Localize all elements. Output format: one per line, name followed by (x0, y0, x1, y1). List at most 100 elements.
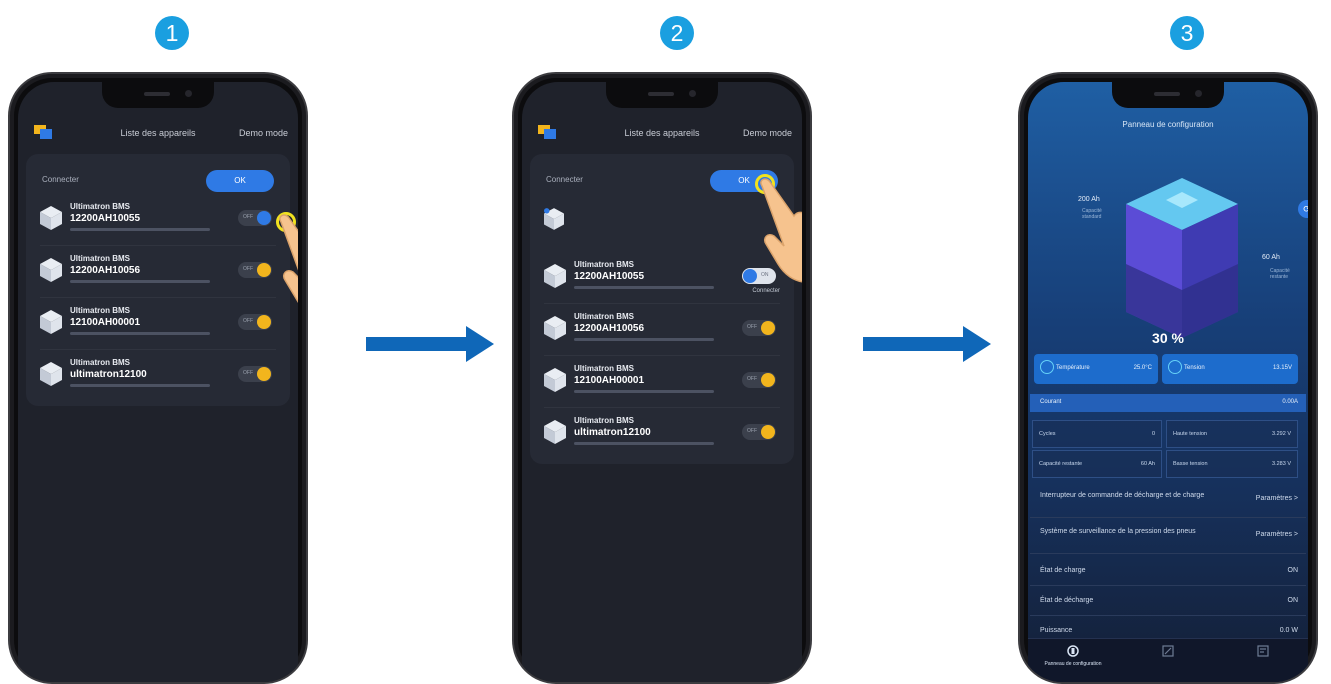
tab-third[interactable] (1218, 643, 1308, 681)
mac-address (70, 280, 210, 283)
list-item[interactable]: Ultimatron BMS 12200AH10055 ON Connecter (544, 258, 780, 304)
capacity-remaining-value: 60 Ah (1262, 254, 1280, 261)
mac-address (574, 338, 714, 341)
cycles-label: Cycles (1039, 431, 1056, 437)
mac-address (574, 390, 714, 393)
battery-cube-icon (544, 316, 566, 340)
demo-mode-link[interactable]: Demo mode (743, 128, 792, 138)
device-id: 12200AH10056 (70, 265, 141, 276)
current-value: 0.00A (1282, 399, 1298, 405)
pointing-hand-icon (279, 214, 298, 303)
connected-status: Connecter (752, 288, 780, 294)
low-voltage-label: Basse tension (1173, 461, 1208, 467)
device-name: Ultimatron BMS (70, 358, 130, 367)
charge-switch-row[interactable]: Interrupteur de commande de décharge et … (1030, 484, 1306, 518)
battery-cube-icon (544, 368, 566, 392)
device-id: 12200AH10055 (70, 213, 141, 224)
device-list-screen: Liste des appareils Demo mode Connecter … (522, 82, 802, 682)
connect-toggle[interactable]: OFF (742, 320, 776, 336)
tab-second[interactable] (1123, 643, 1213, 681)
capacity-standard-value: 200 Ah (1078, 196, 1100, 203)
device-id: 12100AH00001 (70, 317, 141, 328)
tpms-settings-link[interactable]: Paramètres > (1256, 531, 1298, 538)
device-name: Ultimatron BMS (70, 306, 130, 315)
battery-cube-icon (40, 362, 62, 386)
top-bar: Liste des appareils Demo mode (18, 122, 298, 148)
device-name: Ultimatron BMS (574, 312, 634, 321)
charge-state-value: ON (1287, 567, 1299, 574)
device-name: Ultimatron BMS (574, 364, 634, 373)
battery-cube-icon (40, 206, 62, 230)
device-name: Ultimatron BMS (574, 260, 634, 269)
arrow-right-icon (863, 326, 993, 362)
tab-configuration[interactable]: Panneau de configuration (1028, 643, 1118, 681)
list-item[interactable]: Ultimatron BMS 12100AH00001 OFF (40, 304, 276, 350)
connect-toggle[interactable]: OFF (238, 210, 272, 226)
connect-toggle[interactable]: OFF (742, 372, 776, 388)
discharge-state-row: État de décharge ON (1030, 586, 1306, 616)
list-item[interactable]: Ultimatron BMS ultimatron12100 OFF (544, 414, 780, 460)
charge-switch-label: Interrupteur de commande de décharge et … (1040, 492, 1205, 499)
charge-switch-settings-link[interactable]: Paramètres > (1256, 495, 1298, 502)
soc-percent: 30 % (1152, 330, 1184, 346)
battery-level-cube-icon (1126, 178, 1238, 338)
connect-toggle[interactable]: OFF (238, 366, 272, 382)
discharge-state-value: ON (1287, 597, 1299, 604)
list-item[interactable]: Ultimatron BMS 12100AH00001 OFF (544, 362, 780, 408)
capacity-standard-label: Capacité standard (1082, 208, 1102, 220)
battery-cube-icon (40, 258, 62, 282)
connect-toggle[interactable]: OFF (238, 262, 272, 278)
list-item[interactable]: Ultimatron BMS 12200AH10056 OFF (544, 310, 780, 356)
current-row: Courant 0.00A (1030, 394, 1306, 412)
device-name: Ultimatron BMS (70, 254, 130, 263)
voltage-icon (1168, 360, 1182, 374)
list-item[interactable]: Ultimatron BMS ultimatron12100 OFF (40, 356, 276, 402)
connect-toggle[interactable]: OFF (742, 424, 776, 440)
remaining-label: Capacité restante (1039, 461, 1083, 467)
connect-row: Connecter OK (546, 170, 778, 192)
refresh-button[interactable]: ⟳ (1298, 200, 1308, 218)
device-panel: Connecter OK Ultimatron BMS 12200AH10055… (26, 154, 290, 406)
low-voltage-value: 3.283 V (1272, 461, 1291, 467)
info-tab-icon (1257, 645, 1269, 657)
thermometer-icon (1040, 360, 1054, 374)
mac-address (70, 384, 210, 387)
page-title: Panneau de configuration (1122, 120, 1214, 129)
cycles-value: 0 (1151, 431, 1155, 437)
temperature-label: Température (1056, 365, 1090, 371)
mac-address (574, 442, 714, 445)
step-2-badge: 2 (660, 16, 694, 50)
charge-state-row: État de charge ON (1030, 556, 1306, 586)
voltage-card: Tension 13.15V (1162, 354, 1298, 384)
arrow-right-icon (366, 326, 496, 362)
mac-address (574, 286, 714, 289)
battery-cube-icon (544, 264, 566, 288)
high-voltage-label: Haute tension (1173, 431, 1207, 437)
temperature-value: 25.0°C (1133, 365, 1152, 371)
edit-tab-icon (1162, 645, 1174, 657)
list-item[interactable]: Ultimatron BMS 12200AH10056 OFF (40, 252, 276, 298)
voltage-value: 13.15V (1272, 365, 1292, 371)
device-id: 12200AH10056 (574, 323, 645, 334)
phone-device-list: Liste des appareils Demo mode Connecter … (8, 72, 308, 684)
charge-state-label: État de charge (1040, 567, 1086, 574)
power-label: Puissance (1040, 627, 1073, 634)
tab-label: Panneau de configuration (1044, 661, 1102, 667)
mac-address (70, 228, 210, 231)
connect-label: Connecter (42, 175, 79, 184)
device-list-screen: Liste des appareils Demo mode Connecter … (18, 82, 298, 682)
mac-address (70, 332, 210, 335)
current-label: Courant (1040, 399, 1062, 405)
tpms-row[interactable]: Système de surveillance de la pression d… (1030, 520, 1306, 554)
battery-cube-icon (544, 420, 566, 444)
connected-battery-icon (544, 208, 564, 230)
connect-toggle[interactable]: OFF (238, 314, 272, 330)
voltage-label: Tension (1184, 365, 1205, 371)
list-item[interactable]: Ultimatron BMS 12200AH10055 OFF (40, 200, 276, 246)
demo-mode-link[interactable]: Demo mode (239, 128, 288, 138)
connect-label: Connecter (546, 175, 583, 184)
ok-button[interactable]: OK (206, 170, 274, 192)
device-name: Ultimatron BMS (70, 202, 130, 211)
phone-configuration-panel: Panneau de configuration 200 Ah Capacité… (1018, 72, 1318, 684)
battery-cube-icon (40, 310, 62, 334)
